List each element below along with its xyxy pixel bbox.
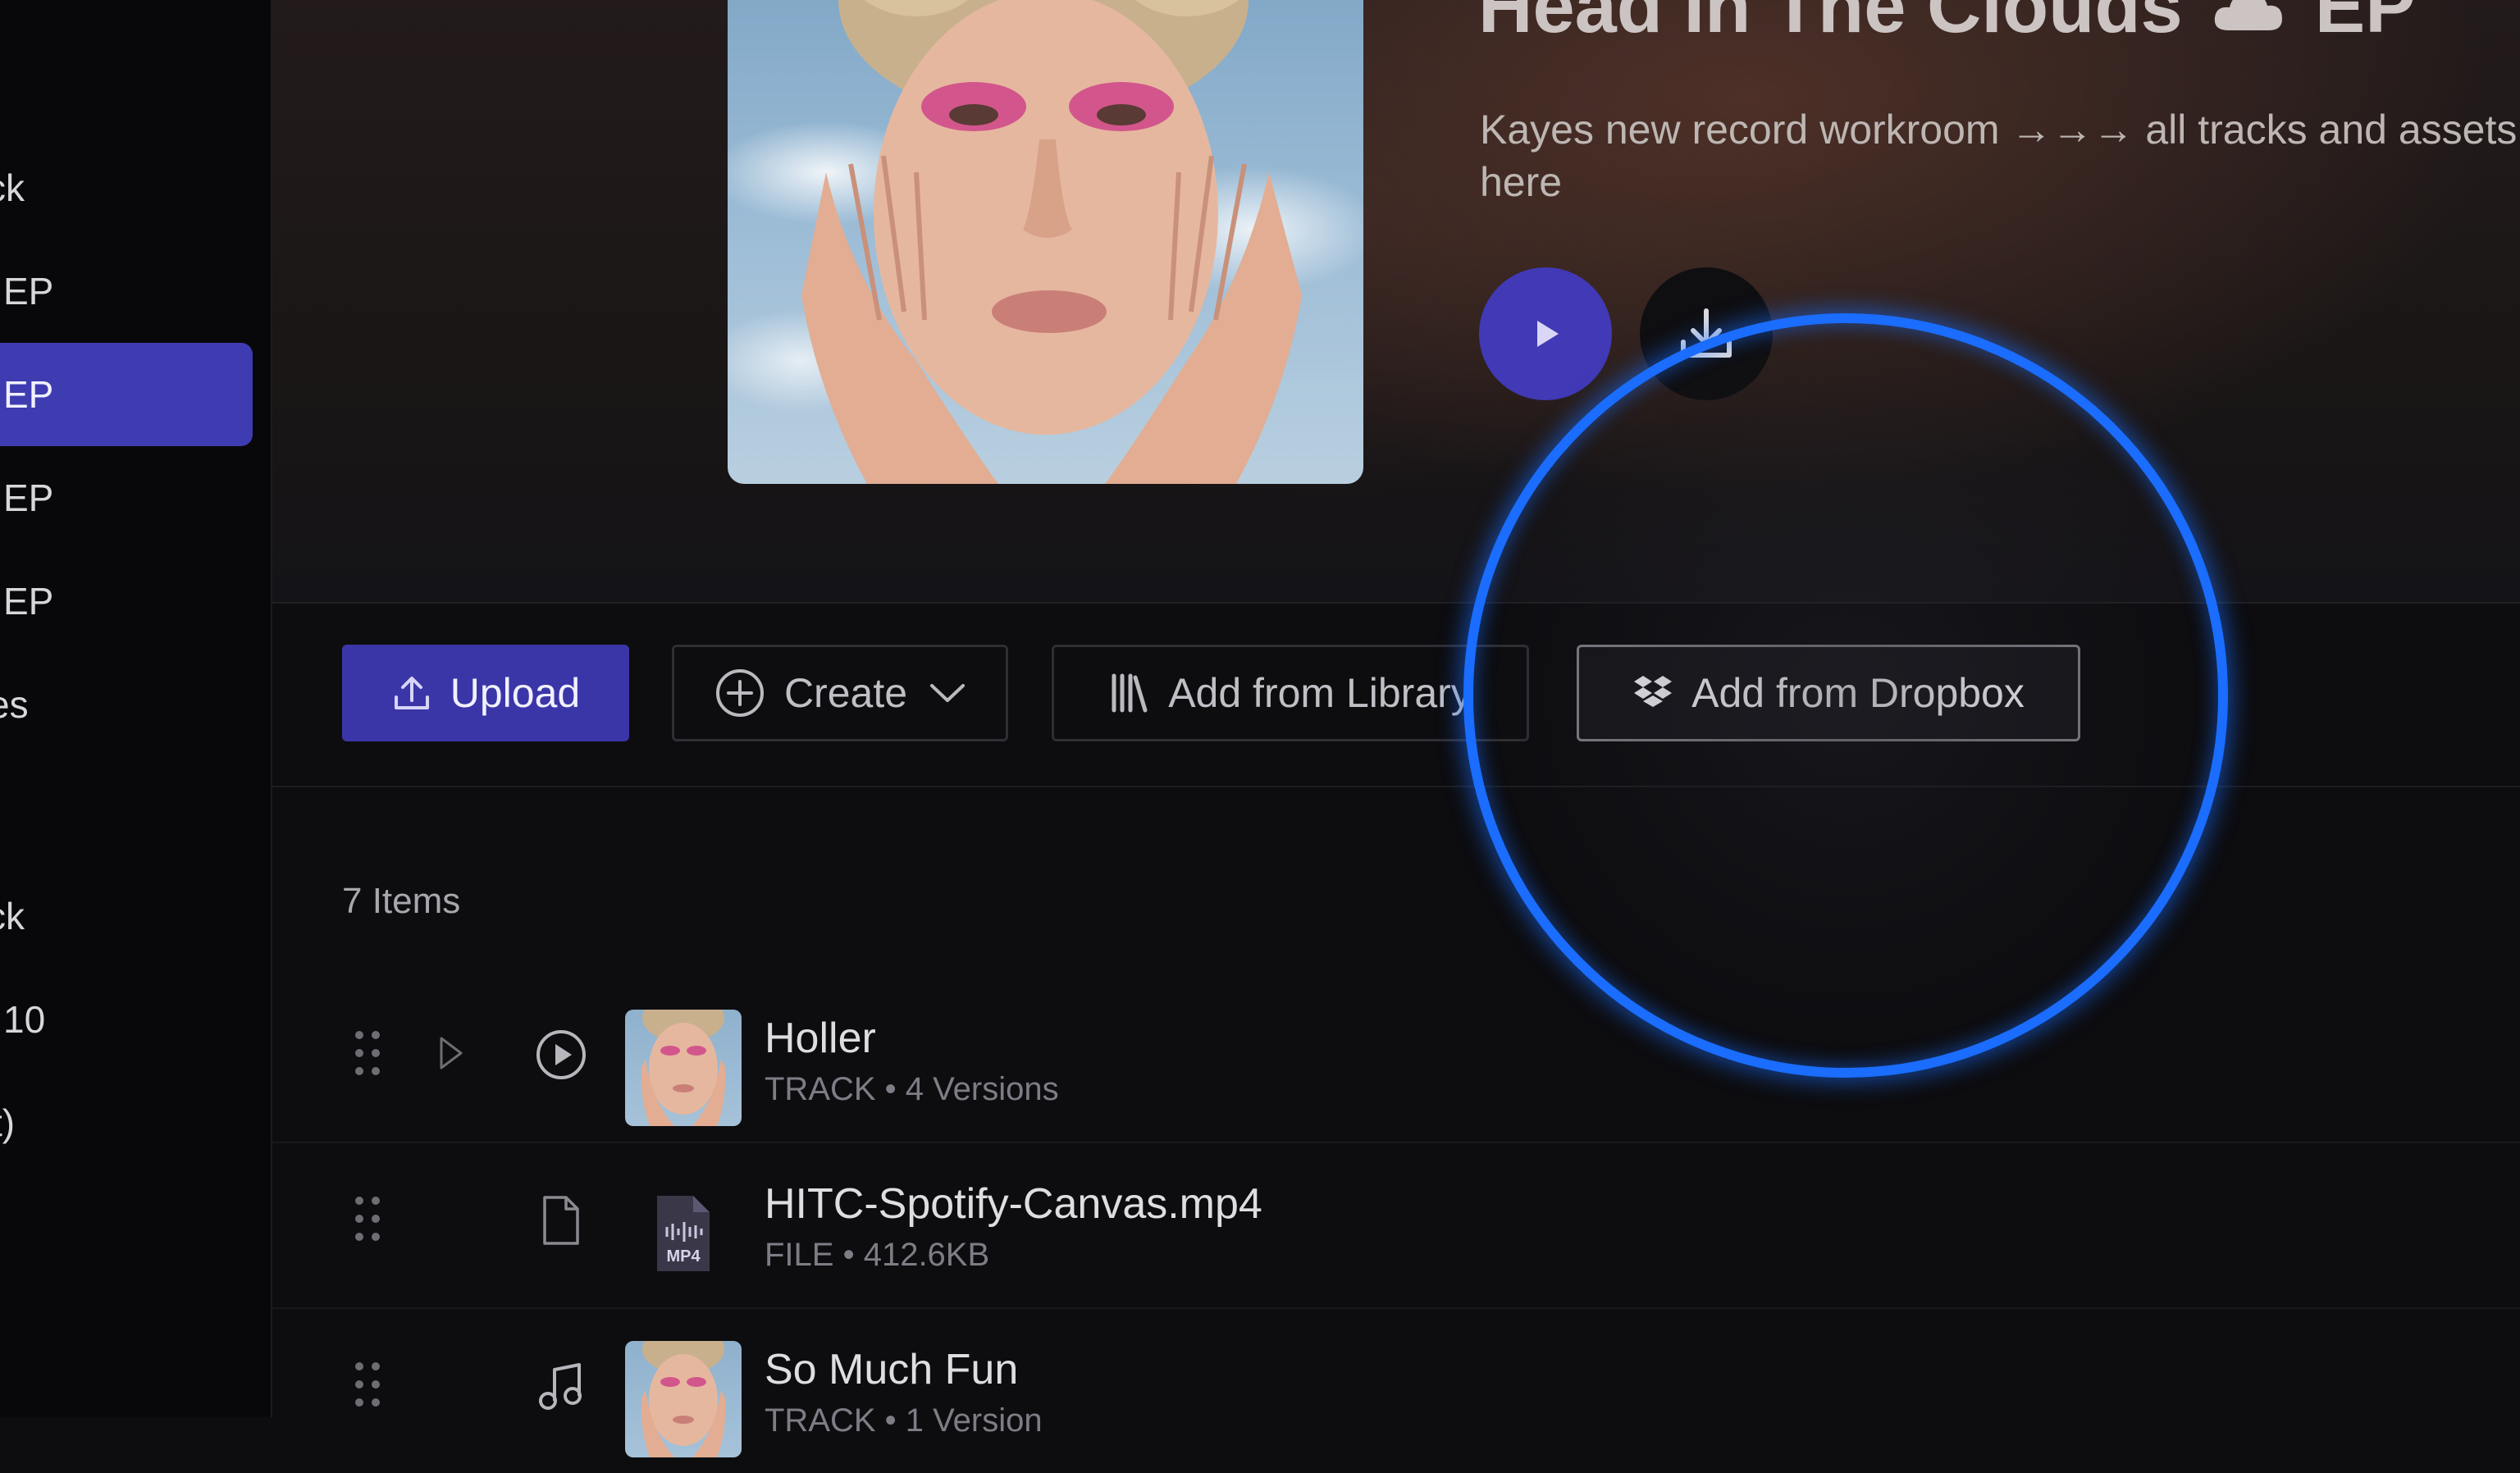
dropbox-label: Add from Dropbox [1691, 670, 2025, 716]
cover-art-illustration [801, 0, 1302, 484]
sidebar-item[interactable]: EP [0, 239, 253, 343]
play-all-button[interactable] [1479, 267, 1612, 400]
sidebar-item-label: EP [3, 373, 54, 416]
dropbox-icon [1632, 674, 1673, 712]
mp4-file-icon: MP4 [657, 1196, 710, 1271]
track-thumbnail [625, 1341, 742, 1457]
action-toolbar: Upload Create Add from Library Add from … [272, 604, 2520, 787]
project-title: Head In The Clouds EP [1478, 0, 2416, 55]
mp4-thumb-label: MP4 [666, 1247, 701, 1266]
add-from-dropbox-button[interactable]: Add from Dropbox [1577, 645, 2080, 741]
upload-label: Upload [450, 670, 581, 716]
music-note-icon [535, 1360, 587, 1416]
sidebar-item[interactable]: EP [0, 550, 253, 653]
sidebar-item[interactable]: ck [0, 864, 253, 968]
plus-circle-icon [714, 667, 766, 719]
library-icon [1109, 673, 1150, 714]
row-meta: TRACK • 1 Version [765, 1402, 1043, 1439]
download-all-button[interactable] [1640, 267, 1773, 400]
sidebar-item-label: ck [0, 166, 25, 209]
project-description: Kayes new record workroom →→→ all tracks… [1480, 107, 2520, 205]
sidebar-item-active[interactable]: EP [0, 343, 253, 446]
library-label: Add from Library [1168, 670, 1472, 716]
row-title[interactable]: HITC-Spotify-Canvas.mp4 [765, 1179, 1262, 1229]
play-circle-icon[interactable] [535, 1028, 587, 1085]
sidebar-item[interactable]: t) [0, 1071, 253, 1174]
sidebar-item[interactable]: 10 [0, 968, 253, 1071]
download-icon [1681, 308, 1732, 358]
table-row[interactable]: So Much Fun TRACK • 1 Version [272, 1309, 2520, 1473]
sidebar-item-label: ck [0, 895, 25, 937]
sidebar-item-label: EP [3, 477, 54, 519]
upload-button[interactable]: Upload [342, 645, 629, 741]
cover-art [728, 0, 1363, 484]
sidebar-item[interactable]: ck [0, 136, 253, 239]
sidebar-item-label: EP [3, 270, 54, 312]
drag-handle-icon[interactable] [353, 1360, 382, 1413]
sidebar-item-label: t) [0, 1101, 16, 1144]
sidebar: ck EP EP EP EP es ck 10 t) [0, 0, 272, 1417]
row-meta: TRACK • 4 Versions [765, 1071, 1059, 1107]
sidebar-item[interactable]: es [0, 653, 253, 756]
project-title-text: Head In The Clouds [1478, 0, 2183, 48]
drag-handle-icon[interactable] [353, 1028, 382, 1082]
create-dropdown-button[interactable]: Create [672, 645, 1008, 741]
sidebar-item-label: es [0, 683, 29, 726]
cloud-icon [2212, 0, 2285, 55]
track-thumbnail [625, 1010, 742, 1126]
drag-handle-icon[interactable] [353, 1194, 382, 1247]
add-from-library-button[interactable]: Add from Library [1052, 645, 1529, 741]
create-label: Create [783, 670, 908, 716]
file-thumbnail: MP4 [625, 1175, 742, 1292]
sidebar-item-label: 10 [3, 998, 46, 1041]
table-row[interactable]: MP4 HITC-Spotify-Canvas.mp4 FILE • 412.6… [272, 1143, 2520, 1309]
row-title[interactable]: Holler [765, 1014, 876, 1063]
play-icon [1537, 321, 1559, 347]
expand-chevron-icon[interactable] [436, 1035, 466, 1075]
row-meta: FILE • 412.6KB [765, 1237, 990, 1273]
items-count: 7 Items [342, 881, 461, 921]
table-row[interactable]: Holler TRACK • 4 Versions [272, 978, 2520, 1143]
project-header: Head In The Clouds EP Kayes new record w… [272, 0, 2520, 604]
file-icon [535, 1194, 584, 1251]
row-title[interactable]: So Much Fun [765, 1345, 1018, 1394]
chevron-down-icon [929, 681, 966, 705]
project-title-suffix: EP [2314, 0, 2416, 48]
sidebar-item[interactable]: EP [0, 446, 253, 550]
sidebar-item-label: EP [3, 580, 54, 622]
upload-icon [391, 673, 432, 714]
